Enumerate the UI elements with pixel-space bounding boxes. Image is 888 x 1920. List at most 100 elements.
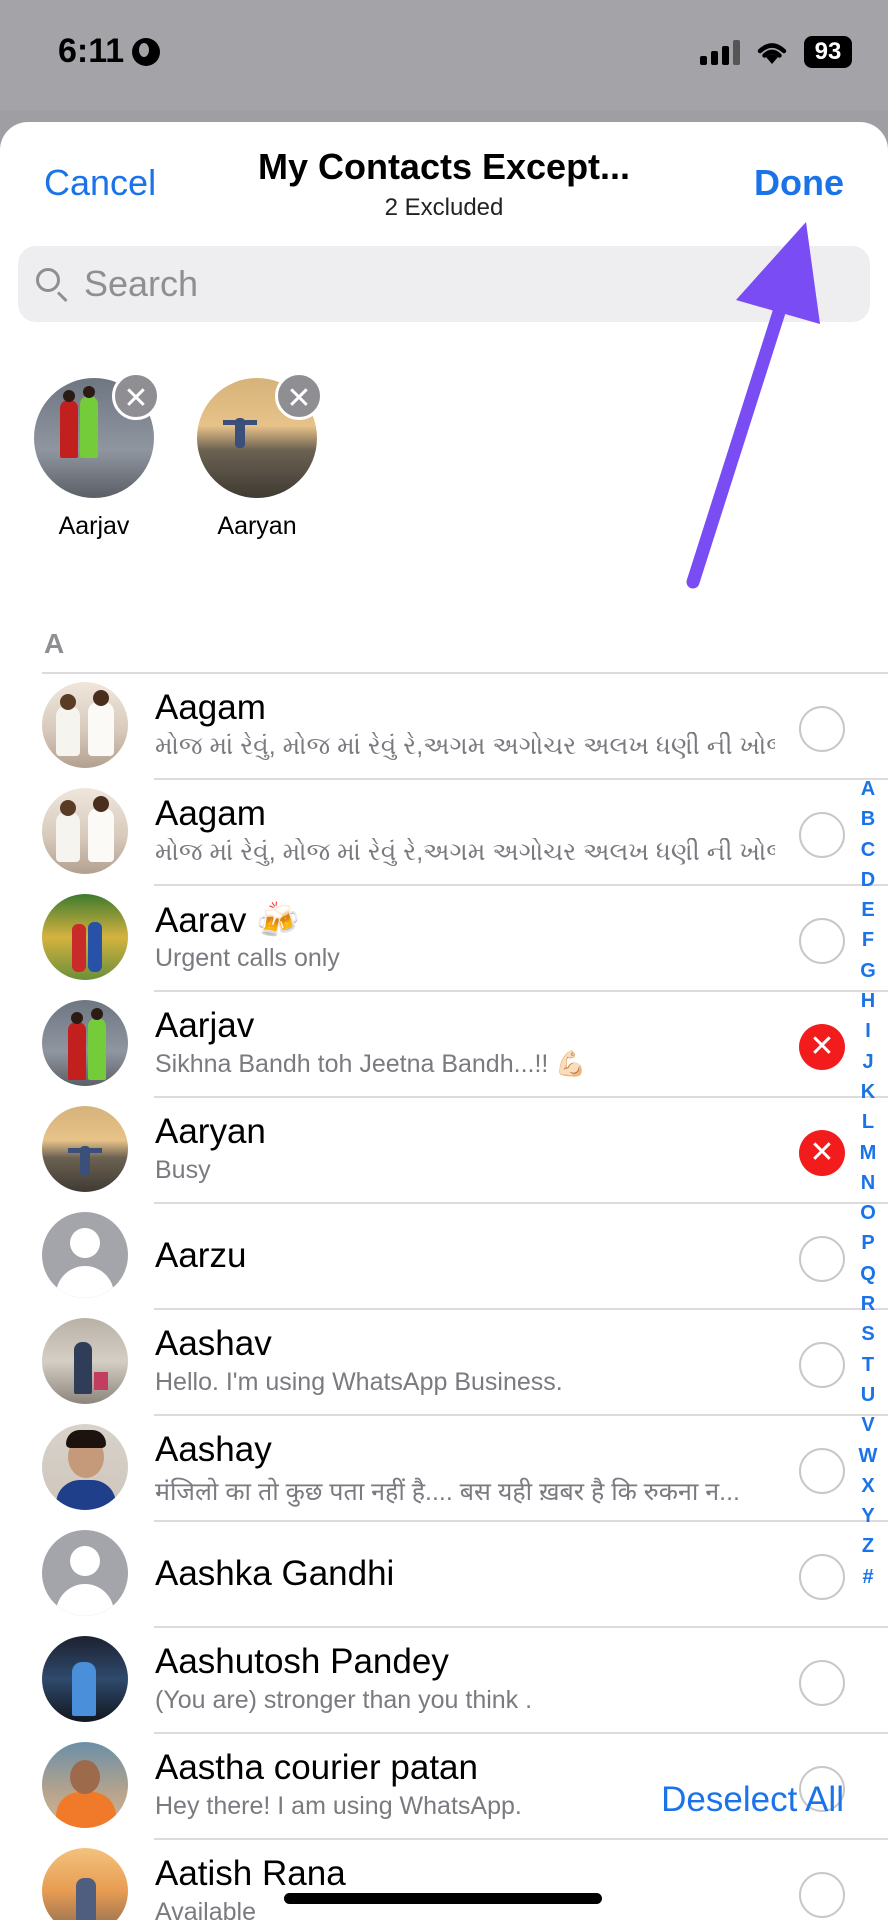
index-letter[interactable]: # (862, 1562, 873, 1592)
index-letter[interactable]: V (861, 1410, 874, 1440)
search-input[interactable] (84, 263, 844, 305)
remove-icon[interactable]: ✕ (275, 372, 323, 420)
contact-name: Aarjav (155, 1006, 255, 1045)
selected-checkbox[interactable]: ✕ (799, 1130, 845, 1176)
select-checkbox[interactable] (799, 706, 845, 752)
index-letter[interactable]: C (861, 835, 875, 865)
battery-badge: 93 (804, 36, 852, 68)
contact-status: મોજ માં રેવું, મોજ માં રેવું રે,અગમ અગોચ… (155, 838, 775, 866)
deselect-all-button[interactable]: Deselect All (661, 1780, 844, 1820)
contact-name: Aastha courier patan (155, 1748, 478, 1787)
contact-row[interactable]: Aagam મોજ માં રેવું, મોજ માં રેવું રે,અગ… (0, 672, 888, 778)
index-letter[interactable]: S (861, 1319, 874, 1349)
index-letter[interactable]: Z (862, 1531, 874, 1561)
contact-row[interactable]: Aatish Rana Available (0, 1838, 888, 1920)
contact-name: Aashka Gandhi (155, 1554, 395, 1593)
avatar (42, 1318, 128, 1404)
select-checkbox[interactable] (799, 918, 845, 964)
search-bar[interactable] (18, 246, 870, 322)
select-checkbox[interactable] (799, 1448, 845, 1494)
contact-row[interactable]: Aaryan Busy ✕ (0, 1096, 888, 1202)
avatar (42, 1848, 128, 1920)
contact-row[interactable]: Aarjav Sikhna Bandh toh Jeetna Bandh...!… (0, 990, 888, 1096)
select-checkbox[interactable] (799, 1554, 845, 1600)
index-letter[interactable]: O (860, 1198, 876, 1228)
contact-row[interactable]: Aashka Gandhi (0, 1520, 888, 1626)
contact-row[interactable]: Aashay मंजिलो का तो कुछ पता नहीं है.... … (0, 1414, 888, 1520)
index-letter[interactable]: B (861, 804, 875, 834)
avatar (42, 788, 128, 874)
done-button[interactable]: Done (754, 162, 844, 204)
contact-row[interactable]: Aashav Hello. I'm using WhatsApp Busines… (0, 1308, 888, 1414)
avatar (42, 1636, 128, 1722)
status-time: 6:11 (58, 32, 161, 71)
index-letter[interactable]: P (861, 1228, 874, 1258)
remove-icon[interactable]: ✕ (112, 372, 160, 420)
contact-name: Aaryan (155, 1112, 266, 1151)
signal-icon (700, 39, 740, 65)
contact-name: Aagam (155, 794, 266, 833)
index-letter[interactable]: D (861, 865, 875, 895)
index-letter[interactable]: J (862, 1047, 873, 1077)
search-icon (34, 266, 70, 303)
row-divider (154, 1520, 888, 1522)
default-avatar-icon (42, 1212, 128, 1298)
contact-row[interactable]: Aarav 🍻 Urgent calls only (0, 884, 888, 990)
globe-icon (132, 37, 161, 66)
excluded-chip[interactable]: ✕ Aarjav (24, 372, 164, 541)
index-letter[interactable]: R (861, 1289, 875, 1319)
default-avatar-icon (42, 1530, 128, 1616)
row-divider (154, 1626, 888, 1628)
index-letter[interactable]: A (861, 774, 875, 804)
index-letter[interactable]: L (862, 1107, 874, 1137)
chip-name: Aaryan (217, 512, 297, 540)
index-letter[interactable]: K (861, 1077, 875, 1107)
home-indicator[interactable] (284, 1893, 602, 1904)
index-letter[interactable]: I (865, 1016, 871, 1046)
select-checkbox[interactable] (799, 1660, 845, 1706)
alphabet-index[interactable]: A B C D E F G H I J K L M N O P Q R S T U V W X Y Z # (856, 774, 880, 1592)
select-checkbox[interactable] (799, 1872, 845, 1918)
avatar (42, 1424, 128, 1510)
avatar (42, 682, 128, 768)
contact-name: Aatish Rana (155, 1854, 346, 1893)
index-letter[interactable]: M (860, 1138, 877, 1168)
contact-row[interactable]: Aashutosh Pandey (You are) stronger than… (0, 1626, 888, 1732)
row-divider (154, 1414, 888, 1416)
avatar (42, 1000, 128, 1086)
index-letter[interactable]: Q (860, 1259, 876, 1289)
index-letter[interactable]: Y (861, 1501, 874, 1531)
contact-status: Busy (155, 1156, 211, 1184)
select-checkbox[interactable] (799, 1342, 845, 1388)
chip-name: Aarjav (58, 512, 130, 540)
index-letter[interactable]: N (861, 1168, 875, 1198)
avatar (42, 894, 128, 980)
contact-row[interactable]: Aagam મોજ માં રેવું, મોજ માં રેવું રે,અગ… (0, 778, 888, 884)
contact-status: (You are) stronger than you think . (155, 1686, 533, 1714)
contact-status: मंजिलो का तो कुछ पता नहीं है.... बस यही … (155, 1478, 740, 1506)
index-letter[interactable]: H (861, 986, 875, 1016)
index-letter[interactable]: W (859, 1441, 878, 1471)
row-divider (42, 672, 888, 674)
index-letter[interactable]: T (862, 1350, 874, 1380)
select-checkbox[interactable] (799, 1236, 845, 1282)
contact-name: Aarzu (155, 1236, 247, 1275)
contact-status: Hello. I'm using WhatsApp Business. (155, 1368, 563, 1396)
contact-row[interactable]: Aarzu (0, 1202, 888, 1308)
selected-checkbox[interactable]: ✕ (799, 1024, 845, 1070)
index-letter[interactable]: F (862, 925, 874, 955)
row-divider (154, 1308, 888, 1310)
index-letter[interactable]: G (860, 956, 876, 986)
status-indicators: 93 (700, 36, 852, 68)
contacts-sheet: Cancel My Contacts Except... 2 Excluded … (0, 122, 888, 1920)
index-letter[interactable]: U (861, 1380, 875, 1410)
index-letter[interactable]: X (861, 1471, 874, 1501)
index-letter[interactable]: E (861, 895, 874, 925)
contact-status: Urgent calls only (155, 944, 340, 972)
row-divider (154, 1202, 888, 1204)
row-divider (154, 778, 888, 780)
select-checkbox[interactable] (799, 812, 845, 858)
excluded-chip[interactable]: ✕ Aaryan (187, 372, 327, 541)
section-header: A (44, 628, 65, 659)
contact-name: Aagam (155, 688, 266, 727)
